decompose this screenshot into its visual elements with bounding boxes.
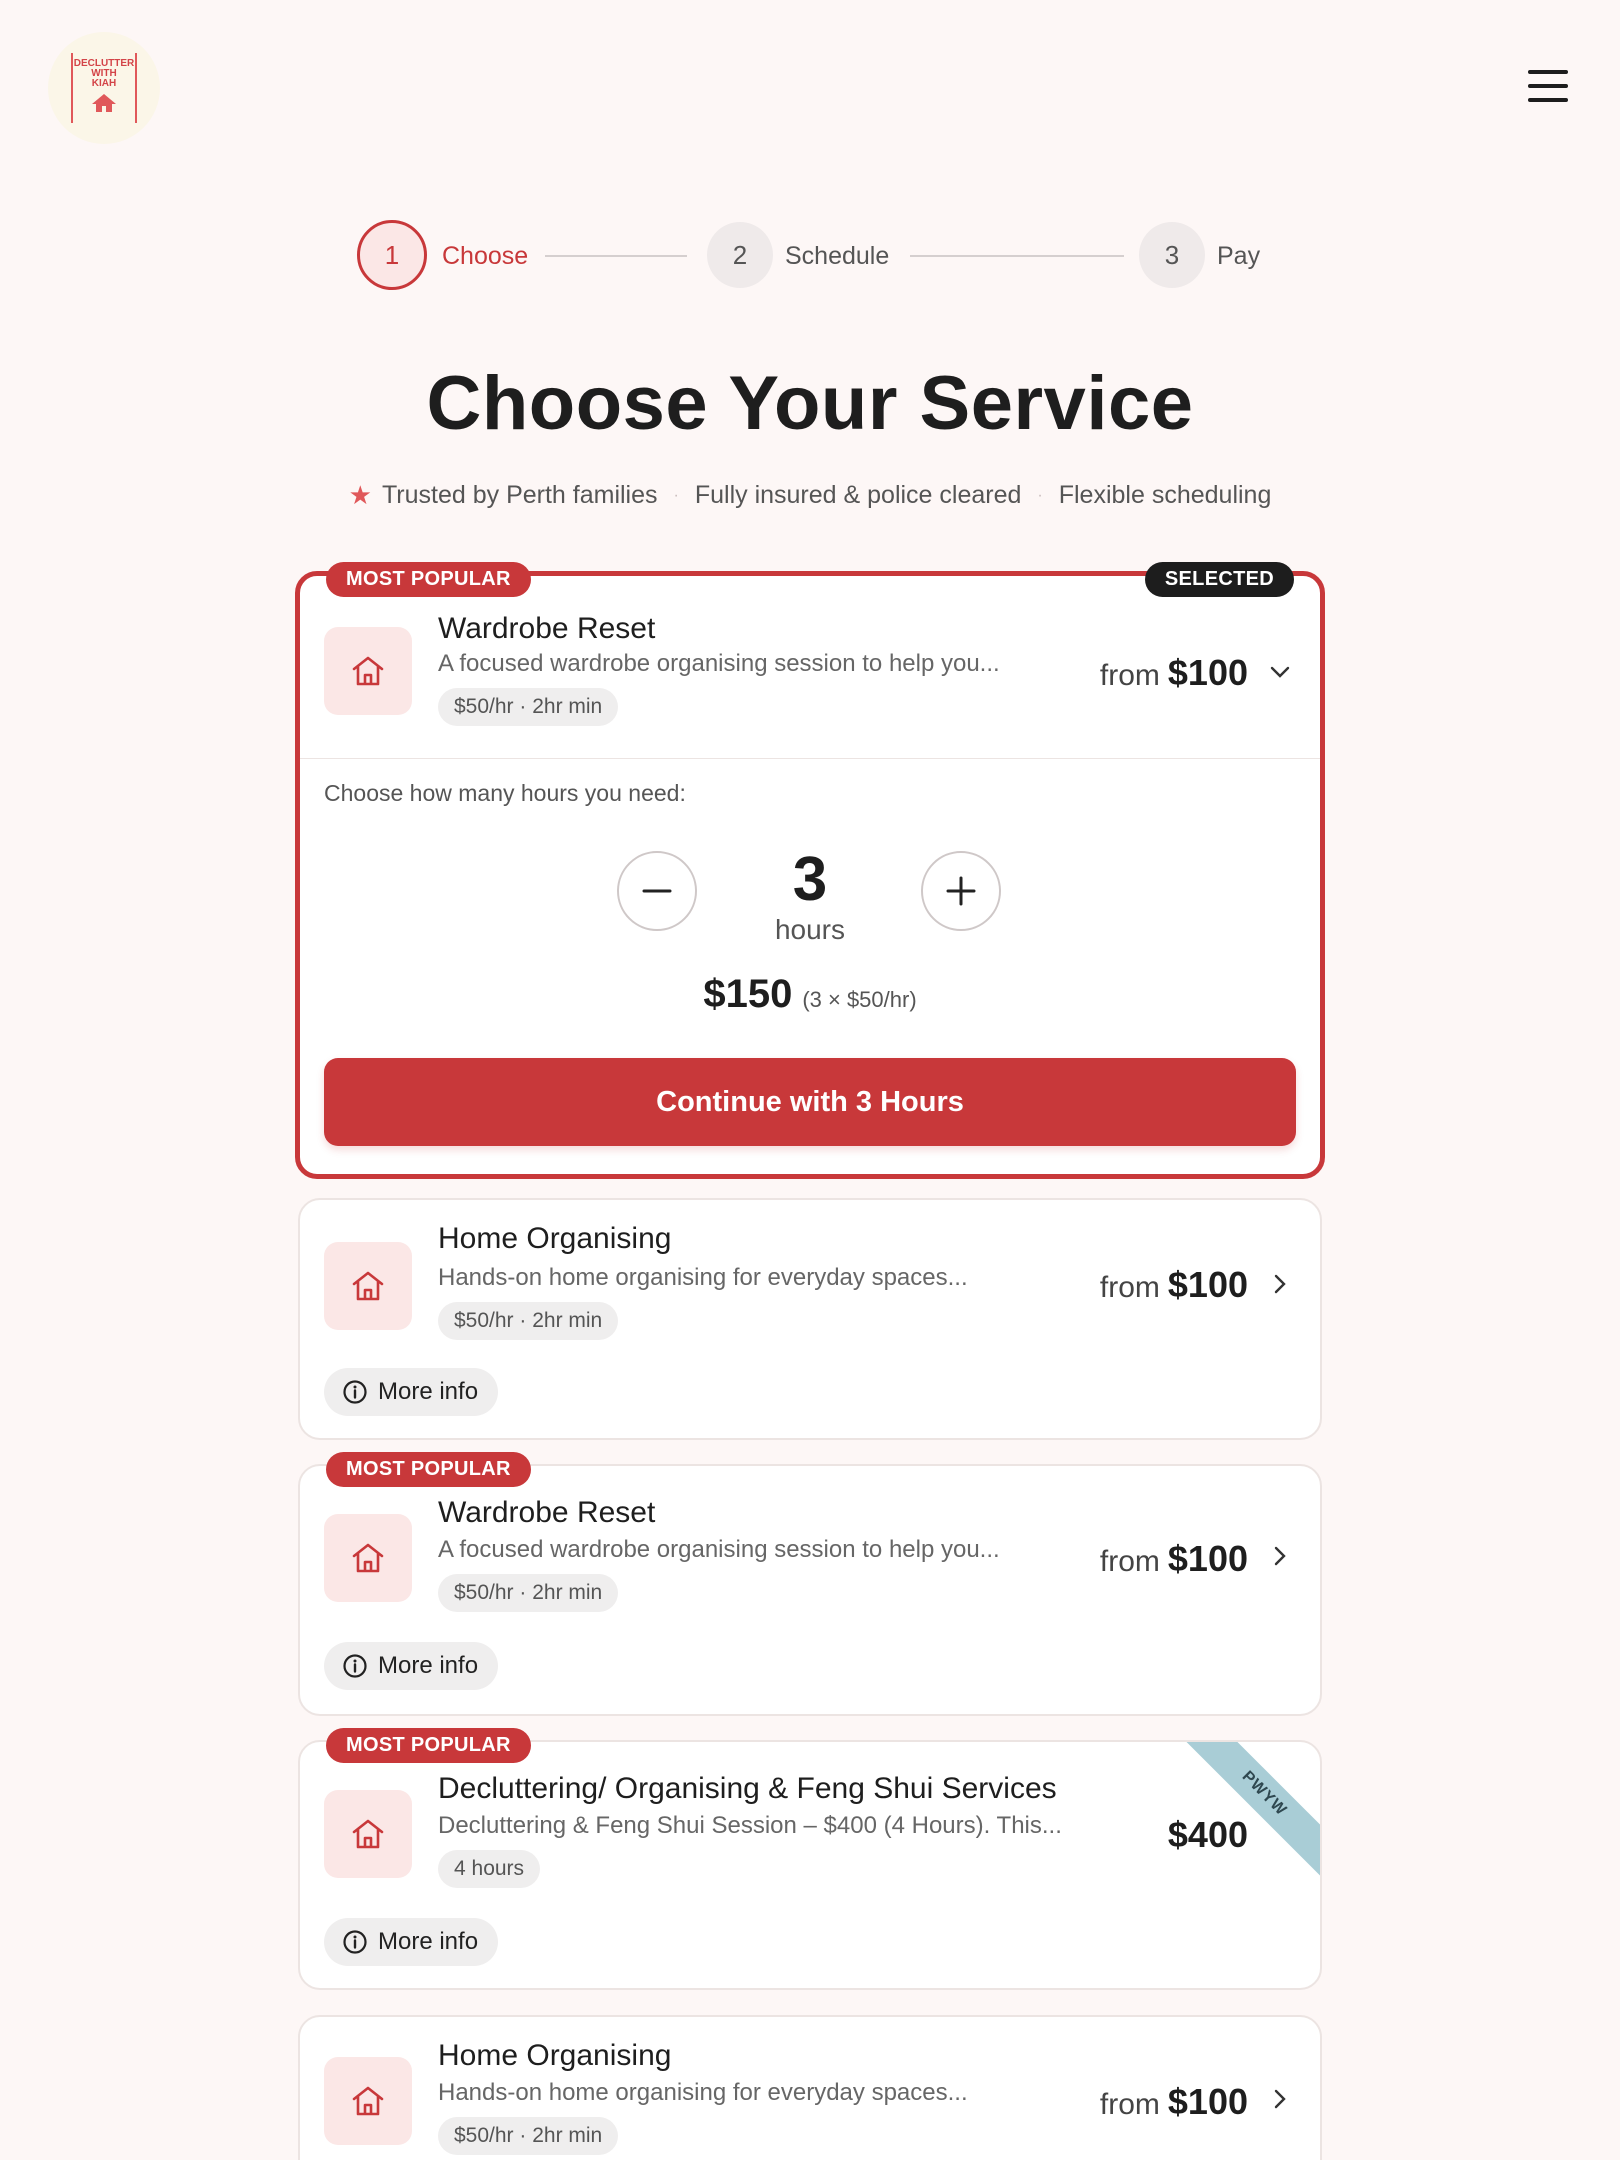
service-name: Home Organising: [438, 1222, 672, 1255]
price-amount: $100: [1167, 652, 1248, 693]
hours-unit: hours: [774, 914, 846, 945]
step-1-circle[interactable]: 1: [357, 220, 427, 290]
home-icon: [324, 1242, 412, 1330]
price-amount: $400: [1167, 1814, 1248, 1855]
trust-bar: ★ Trusted by Perth families · Fully insu…: [0, 480, 1620, 511]
more-info-label: More info: [378, 1652, 479, 1679]
card-divider: [300, 758, 1320, 759]
service-description: Hands-on home organising for everyday sp…: [438, 1264, 968, 1291]
separator-dot: ·: [1037, 486, 1043, 504]
price-amount: $100: [1167, 1264, 1248, 1305]
info-icon: [343, 1930, 367, 1954]
logo-frame: DECLUTTER WITH KIAH: [71, 53, 137, 123]
brand-logo[interactable]: DECLUTTER WITH KIAH: [48, 32, 160, 144]
pwyw-ribbon: PWYW: [1180, 1742, 1320, 1878]
service-name: Wardrobe Reset: [438, 612, 656, 645]
more-info-label: More info: [378, 1928, 479, 1955]
service-price: from $100: [1100, 2081, 1248, 2123]
service-price: $400: [1160, 1814, 1248, 1856]
service-card[interactable]: Home Organising Hands-on home organising…: [298, 2015, 1322, 2160]
price-amount: $100: [1167, 2081, 1248, 2122]
step-3-circle[interactable]: 3: [1139, 222, 1205, 288]
more-info-label: More info: [378, 1378, 479, 1405]
trust-item-1: Trusted by Perth families: [381, 481, 658, 509]
selected-badge: SELECTED: [1144, 562, 1294, 597]
star-icon: ★: [348, 480, 372, 510]
more-info-button[interactable]: More info: [324, 1368, 499, 1416]
ribbon-container: PWYW: [1180, 1742, 1320, 1882]
more-info-button[interactable]: More info: [324, 1918, 499, 1966]
service-description: Hands-on home organising for everyday sp…: [438, 2079, 968, 2106]
service-card-selected[interactable]: MOST POPULAR SELECTED Wardrobe Reset A f…: [295, 562, 1325, 1179]
service-card[interactable]: Home Organising Hands-on home organising…: [298, 1198, 1322, 1440]
logo-line-3: KIAH: [91, 78, 117, 89]
service-rate-tag: $50/hr · 2hr min: [438, 688, 619, 726]
more-info-button[interactable]: More info: [324, 1642, 499, 1690]
service-name: Decluttering/ Organising & Feng Shui Ser…: [438, 1772, 1057, 1805]
step-2-circle[interactable]: 2: [707, 222, 773, 288]
service-description: Decluttering & Feng Shui Session – $400 …: [438, 1812, 1062, 1839]
service-name: Home Organising: [438, 2039, 672, 2072]
home-icon: [324, 627, 412, 715]
price-prefix: from: [1099, 1271, 1160, 1304]
hamburger-icon[interactable]: [1528, 70, 1568, 104]
price-prefix: from: [1099, 659, 1160, 692]
chevron-right-icon[interactable]: [1268, 1272, 1292, 1296]
step-connector-1: [545, 255, 687, 257]
info-icon: [343, 1380, 367, 1404]
info-icon: [343, 1654, 367, 1678]
step-3-label[interactable]: Pay: [1217, 242, 1260, 271]
service-rate-tag: $50/hr · 2hr min: [438, 1302, 619, 1340]
service-price: from $100: [1100, 1264, 1248, 1306]
step-connector-2: [910, 255, 1124, 257]
plus-icon: [946, 876, 976, 906]
separator-dot: ·: [673, 486, 679, 504]
page-title: Choose Your Service: [426, 361, 1194, 446]
total-price: $150 (3 × $50/hr): [300, 972, 1320, 1017]
service-description: A focused wardrobe organising session to…: [438, 1536, 1000, 1563]
chevron-right-icon[interactable]: [1268, 1544, 1292, 1568]
trust-item-3: Flexible scheduling: [1058, 481, 1272, 509]
home-icon: [324, 1790, 412, 1878]
most-popular-badge: MOST POPULAR: [326, 1728, 531, 1763]
total-calculation: (3 × $50/hr): [802, 987, 917, 1012]
service-card[interactable]: PWYW MOST POPULAR Decluttering/ Organisi…: [298, 1728, 1322, 1990]
most-popular-badge: MOST POPULAR: [326, 562, 531, 597]
most-popular-badge: MOST POPULAR: [326, 1452, 531, 1487]
logo-house-icon: [92, 94, 116, 112]
price-prefix: from: [1099, 1545, 1160, 1578]
continue-button[interactable]: Continue with 3 Hours: [324, 1058, 1296, 1146]
service-name: Wardrobe Reset: [438, 1496, 656, 1529]
price-prefix: from: [1099, 2088, 1160, 2121]
chevron-down-icon[interactable]: [1268, 660, 1292, 684]
hours-prompt: Choose how many hours you need:: [324, 780, 686, 806]
trust-item-2: Fully insured & police cleared: [694, 481, 1022, 509]
hours-value: 3: [792, 845, 828, 914]
booking-stepper: 1 Choose 2 Schedule 3 Pay: [357, 220, 1263, 290]
step-2-label[interactable]: Schedule: [785, 242, 889, 271]
service-duration-tag: 4 hours: [438, 1850, 541, 1888]
increase-hours-button[interactable]: [921, 851, 1001, 931]
service-card[interactable]: MOST POPULAR Wardrobe Reset A focused wa…: [298, 1452, 1322, 1716]
price-amount: $100: [1167, 1538, 1248, 1579]
service-price: from $100: [1100, 652, 1248, 694]
step-1-label[interactable]: Choose: [442, 242, 528, 271]
service-rate-tag: $50/hr · 2hr min: [438, 1574, 619, 1612]
service-rate-tag: $50/hr · 2hr min: [438, 2117, 619, 2155]
service-price: from $100: [1100, 1538, 1248, 1580]
total-amount: $150: [703, 972, 793, 1016]
service-description: A focused wardrobe organising session to…: [438, 650, 1000, 677]
chevron-right-icon[interactable]: [1268, 2087, 1292, 2111]
home-icon: [324, 2057, 412, 2145]
home-icon: [324, 1514, 412, 1602]
